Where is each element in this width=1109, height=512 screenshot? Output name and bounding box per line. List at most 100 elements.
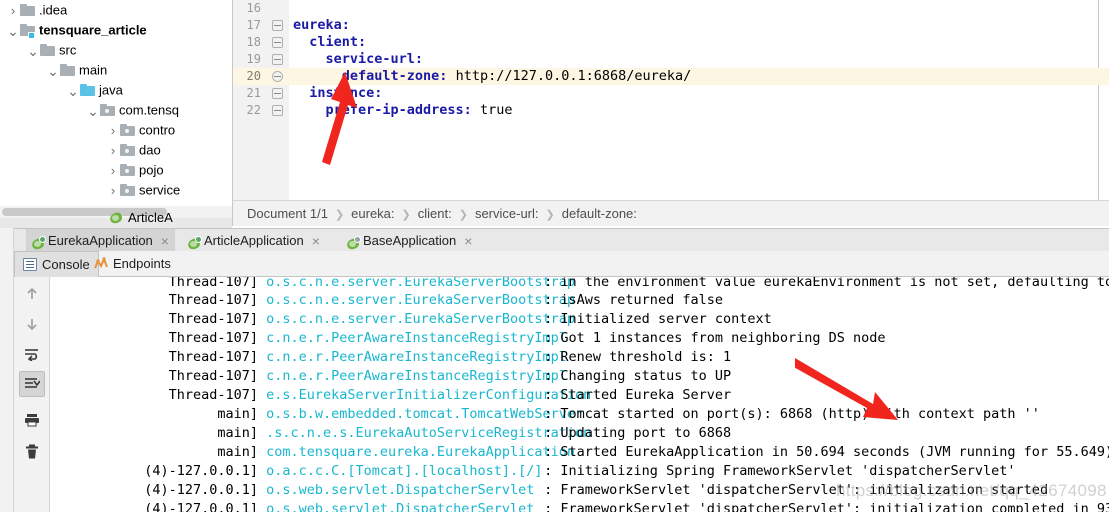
fold-marker-icon[interactable] — [272, 54, 283, 65]
watermark: https://blog.csdn.net/qq_42674098 — [836, 481, 1107, 500]
trash-icon[interactable] — [19, 439, 45, 465]
chevron-right-icon[interactable]: › — [106, 141, 120, 161]
source-folder-icon — [80, 84, 95, 96]
log-message: in the environment value eurekaEnvironme… — [560, 277, 1109, 290]
log-thread: Thread-107] — [168, 368, 258, 384]
breadcrumb-item[interactable]: service-url: — [475, 206, 539, 221]
print-icon[interactable] — [19, 407, 45, 433]
log-space — [258, 330, 266, 346]
close-icon[interactable]: × — [312, 230, 320, 253]
breadcrumb-separator-icon: ❯ — [401, 209, 411, 221]
log-space — [258, 277, 266, 290]
tree-item-pojo[interactable]: › pojo — [0, 160, 232, 180]
chevron-down-icon[interactable]: ⌄ — [46, 64, 60, 78]
soft-wrap-icon[interactable] — [19, 341, 45, 367]
fold-marker-icon[interactable] — [272, 71, 283, 82]
run-tab-baseapplication[interactable]: BaseApplication × — [341, 229, 478, 252]
tree-item-contro[interactable]: › contro — [0, 120, 232, 140]
breadcrumb-item[interactable]: default-zone: — [562, 206, 637, 221]
editor-gutter[interactable]: 16 17 18 19 20 21 22 — [233, 0, 289, 200]
log-message: isAws returned false — [560, 292, 723, 308]
log-space — [258, 501, 266, 512]
console-tab-endpoints[interactable]: Endpoints — [86, 251, 179, 277]
up-arrow-icon[interactable] — [19, 281, 45, 307]
log-message: Tomcat started on port(s): 6868 (http) w… — [560, 406, 1040, 422]
log-space — [258, 482, 266, 498]
log-message: Started EurekaApplication in 50.694 seco… — [560, 444, 1109, 460]
code-line[interactable]: instance: — [289, 85, 1109, 102]
code-editor[interactable]: 16 17 18 19 20 21 22 eureka: client: service-u… — [232, 0, 1109, 200]
code-line[interactable]: eureka: — [289, 17, 1109, 34]
fold-marker-icon[interactable] — [272, 37, 283, 48]
down-arrow-icon[interactable] — [19, 311, 45, 337]
log-separator: : — [544, 387, 561, 403]
breadcrumb-item[interactable]: client: — [418, 206, 452, 221]
chevron-down-icon[interactable]: ⌄ — [26, 44, 40, 58]
close-icon[interactable]: × — [161, 230, 169, 253]
log-message: Changing status to UP — [560, 368, 732, 384]
editor-code-area[interactable]: eureka: client: service-url: default-zon… — [289, 0, 1109, 200]
close-icon[interactable]: × — [464, 230, 472, 253]
log-space — [258, 444, 266, 460]
chevron-right-icon[interactable]: › — [106, 161, 120, 181]
code-line[interactable] — [289, 0, 1109, 17]
tree-item-comtensq[interactable]: ⌄ com.tensq — [0, 100, 232, 120]
chevron-right-icon[interactable]: › — [6, 1, 20, 21]
log-separator: : — [544, 277, 561, 290]
log-separator: : — [544, 501, 561, 512]
tree-item-tensquarearticle[interactable]: ⌄ tensquare_article — [0, 20, 232, 40]
log-thread: (4)-127.0.0.1] — [144, 501, 258, 512]
log-line: Thread-107] o.s.c.n.e.server.EurekaServe… — [50, 310, 1109, 329]
chevron-down-icon[interactable]: ⌄ — [66, 84, 80, 98]
run-tab-articleapplication[interactable]: ArticleApplication × — [182, 229, 326, 252]
log-logger-name: o.a.c.c.C.[Tomcat].[localhost].[/] — [266, 463, 543, 479]
console-tab-bar[interactable]: Console Endpoints — [14, 251, 1109, 278]
tree-item-idea[interactable]: › .idea — [0, 0, 232, 20]
tree-item-dao[interactable]: › dao — [0, 140, 232, 160]
run-tab-eurekaapplication[interactable]: EurekaApplication × — [26, 229, 175, 252]
breadcrumb[interactable]: Document 1/1 ❯ eureka: ❯ client: ❯ service-url… — [232, 200, 1109, 226]
code-line[interactable]: prefer-ip-address: true — [289, 102, 1109, 119]
tree-item-src[interactable]: ⌄ src — [0, 40, 232, 60]
log-line: main] .s.c.n.e.s.EurekaAutoServiceRegist… — [50, 424, 1109, 443]
fold-marker-icon[interactable] — [272, 20, 283, 31]
chevron-right-icon[interactable]: › — [106, 121, 120, 141]
tree-item-service[interactable]: › service — [0, 180, 232, 200]
fold-marker-icon[interactable] — [272, 105, 283, 116]
console-output[interactable]: Thread-107] o.s.c.n.e.server.EurekaServe… — [50, 277, 1109, 512]
code-line[interactable]: client: — [289, 34, 1109, 51]
breadcrumb-item[interactable]: Document 1/1 — [247, 206, 328, 221]
chevron-right-icon[interactable]: › — [106, 181, 120, 201]
line-number: 22 — [233, 102, 289, 119]
scroll-to-end-icon[interactable] — [19, 371, 45, 397]
console-toolbar[interactable] — [14, 277, 50, 512]
line-number: 19 — [233, 51, 289, 68]
code-line[interactable]: service-url: — [289, 51, 1109, 68]
chevron-down-icon[interactable]: ⌄ — [6, 24, 20, 38]
line-number: 16 — [233, 0, 289, 17]
tree-item-article-application[interactable]: ArticleA — [110, 208, 232, 228]
spring-boot-icon — [186, 232, 204, 251]
breadcrumb-item[interactable]: eureka: — [351, 206, 394, 221]
fold-marker-icon[interactable] — [272, 88, 283, 99]
log-separator: : — [544, 368, 561, 384]
run-tool-window-tabs[interactable]: n: EurekaApplication×ArticleApplication×… — [0, 228, 1109, 252]
breadcrumb-separator-icon: ❯ — [334, 209, 345, 221]
log-line: main] com.tensquare.eureka.EurekaApplica… — [50, 443, 1109, 462]
log-logger-name: com.tensquare.eureka.EurekaApplication — [266, 444, 575, 460]
log-thread: Thread-107] — [168, 292, 258, 308]
tree-item-label: com.tensq — [119, 102, 179, 118]
tree-item-main[interactable]: ⌄ main — [0, 60, 232, 80]
tree-item-java[interactable]: ⌄ java — [0, 80, 232, 100]
log-separator: : — [544, 292, 561, 308]
tree-item-label: pojo — [139, 162, 164, 178]
tree-item-label: ArticleA — [128, 210, 173, 225]
chevron-down-icon[interactable]: ⌄ — [86, 104, 100, 118]
code-line[interactable]: default-zone: http://127.0.0.1:6868/eure… — [289, 68, 1109, 85]
log-line: (4)-127.0.0.1] o.s.web.servlet.Dispatche… — [50, 500, 1109, 512]
project-tree[interactable]: › .idea ⌄ tensquare_article ⌄ src ⌄ main ⌄ java ⌄ c… — [0, 0, 232, 206]
log-space — [258, 349, 266, 365]
log-message: Got 1 instances from neighboring DS node — [560, 330, 886, 346]
log-line: (4)-127.0.0.1] o.a.c.c.C.[Tomcat].[local… — [50, 462, 1109, 481]
yaml-key: service-url: — [293, 51, 424, 67]
